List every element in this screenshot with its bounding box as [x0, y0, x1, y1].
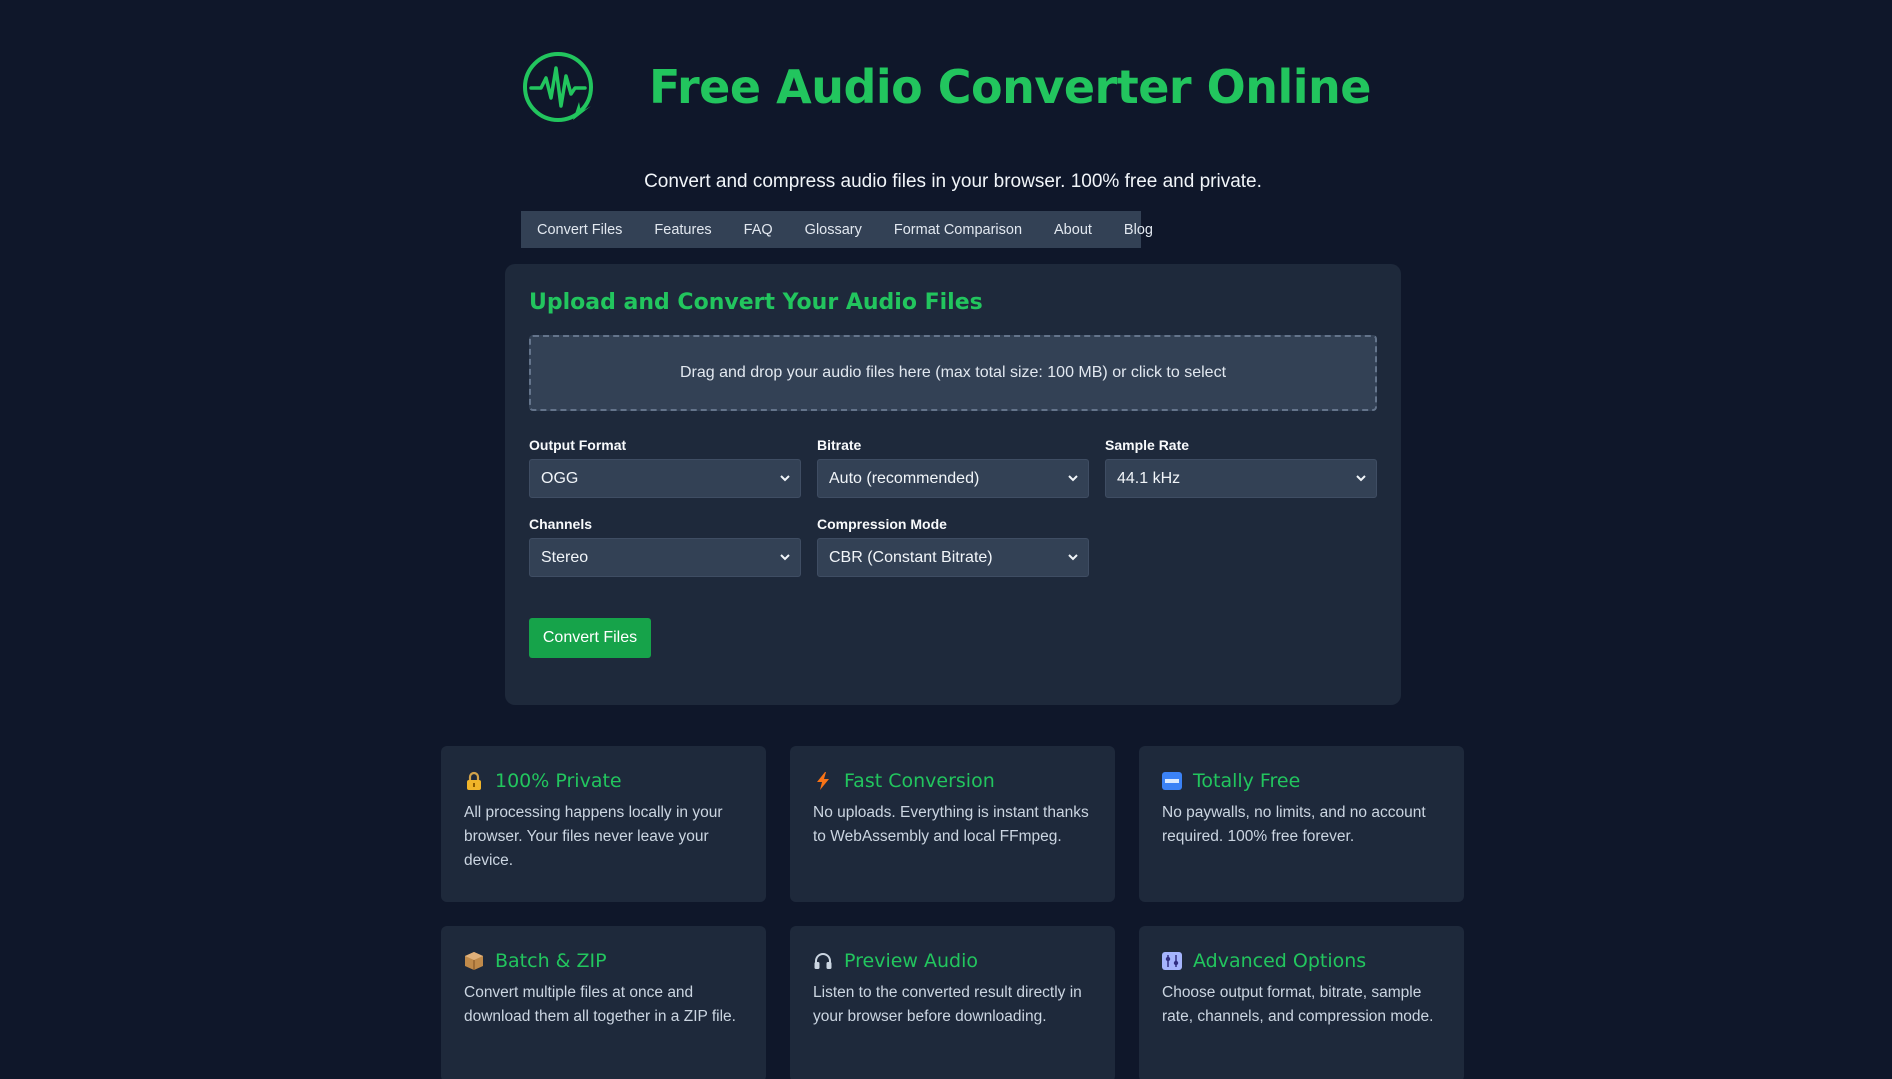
chevron-down-icon	[1356, 475, 1366, 482]
control-knobs-icon	[1162, 952, 1182, 970]
sample-rate-label: Sample Rate	[1105, 437, 1190, 453]
output-format-value: OGG	[541, 469, 579, 487]
compression-mode-value: CBR (Constant Bitrate)	[829, 548, 993, 566]
feature-card-fast: Fast Conversion No uploads. Everything i…	[790, 746, 1115, 902]
feature-card-preview: Preview Audio Listen to the converted re…	[790, 926, 1115, 1079]
feature-text: No paywalls, no limits, and no account r…	[1162, 804, 1426, 845]
nav-item-convert-files[interactable]: Convert Files	[537, 222, 622, 238]
lightning-icon	[817, 772, 829, 790]
convert-files-button[interactable]: Convert Files	[529, 618, 651, 658]
sample-rate-select[interactable]: 44.1 kHz	[1105, 459, 1377, 498]
file-dropzone[interactable]: Drag and drop your audio files here (max…	[529, 335, 1377, 411]
feature-title: Preview Audio	[844, 950, 979, 972]
chevron-down-icon	[1068, 475, 1078, 482]
feature-card-private: 100% Private All processing happens loca…	[441, 746, 766, 902]
site-header: Free Audio Converter Online	[0, 50, 1892, 124]
feature-title: Advanced Options	[1193, 950, 1367, 972]
feature-card-free: Totally Free No paywalls, no limits, and…	[1139, 746, 1464, 902]
chevron-down-icon	[1068, 554, 1078, 561]
compression-mode-field: Compression Mode CBR (Constant Bitrate)	[817, 516, 1089, 577]
page-subtitle: Convert and compress audio files in your…	[644, 171, 1262, 192]
lock-icon	[467, 771, 481, 790]
sample-rate-field: Sample Rate 44.1 kHz	[1105, 437, 1377, 498]
bitrate-label: Bitrate	[817, 437, 862, 453]
feature-title: Batch & ZIP	[495, 950, 607, 972]
main-nav: Convert Files Features FAQ Glossary Form…	[521, 211, 1153, 248]
nav-item-about[interactable]: About	[1054, 222, 1092, 238]
feature-text: Choose output format, bitrate, sample ra…	[1162, 984, 1434, 1025]
nav-item-blog[interactable]: Blog	[1124, 222, 1153, 238]
page: Free Audio Converter Online Convert and …	[0, 0, 1892, 1079]
compression-mode-label: Compression Mode	[817, 516, 947, 532]
feature-text: Convert multiple files at once and downl…	[464, 984, 736, 1025]
headphones-icon	[814, 953, 832, 969]
sample-rate-value: 44.1 kHz	[1117, 469, 1181, 487]
page-title: Free Audio Converter Online	[649, 60, 1371, 114]
compression-mode-select[interactable]: CBR (Constant Bitrate)	[817, 538, 1089, 577]
package-icon	[465, 952, 483, 970]
output-format-label: Output Format	[529, 437, 627, 453]
feature-card-advanced: Advanced Options Choose output format, b…	[1139, 926, 1464, 1079]
channels-field: Channels Stereo	[529, 516, 801, 577]
chevron-down-icon	[780, 554, 790, 561]
channels-label: Channels	[529, 516, 593, 532]
audio-wave-logo-icon	[523, 52, 594, 122]
feature-text: No uploads. Everything is instant thanks…	[813, 804, 1089, 845]
nav-item-format-comparison[interactable]: Format Comparison	[894, 222, 1022, 238]
feature-title: 100% Private	[495, 770, 622, 792]
bitrate-select[interactable]: Auto (recommended)	[817, 459, 1089, 498]
dropzone-text: Drag and drop your audio files here (max…	[679, 364, 1227, 381]
chevron-down-icon	[780, 475, 790, 482]
feature-title: Totally Free	[1193, 770, 1301, 792]
bitrate-value: Auto (recommended)	[829, 469, 980, 487]
nav-item-features[interactable]: Features	[654, 222, 711, 238]
nav-item-faq[interactable]: FAQ	[744, 222, 773, 238]
output-format-select[interactable]: OGG	[529, 459, 801, 498]
channels-select[interactable]: Stereo	[529, 538, 801, 577]
feature-text: All processing happens locally in your b…	[464, 804, 723, 869]
bitrate-field: Bitrate Auto (recommended)	[817, 437, 1089, 498]
converter-panel: Upload and Convert Your Audio Files Drag…	[505, 264, 1401, 705]
feature-card-batch: Batch & ZIP Convert multiple files at on…	[441, 926, 766, 1079]
channels-value: Stereo	[541, 548, 589, 566]
feature-text: Listen to the converted result directly …	[813, 984, 1082, 1025]
nav-item-glossary[interactable]: Glossary	[805, 222, 862, 238]
free-badge-icon	[1162, 772, 1182, 790]
output-format-field: Output Format OGG	[529, 437, 801, 498]
feature-title: Fast Conversion	[844, 770, 995, 792]
converter-title: Upload and Convert Your Audio Files	[529, 290, 983, 315]
